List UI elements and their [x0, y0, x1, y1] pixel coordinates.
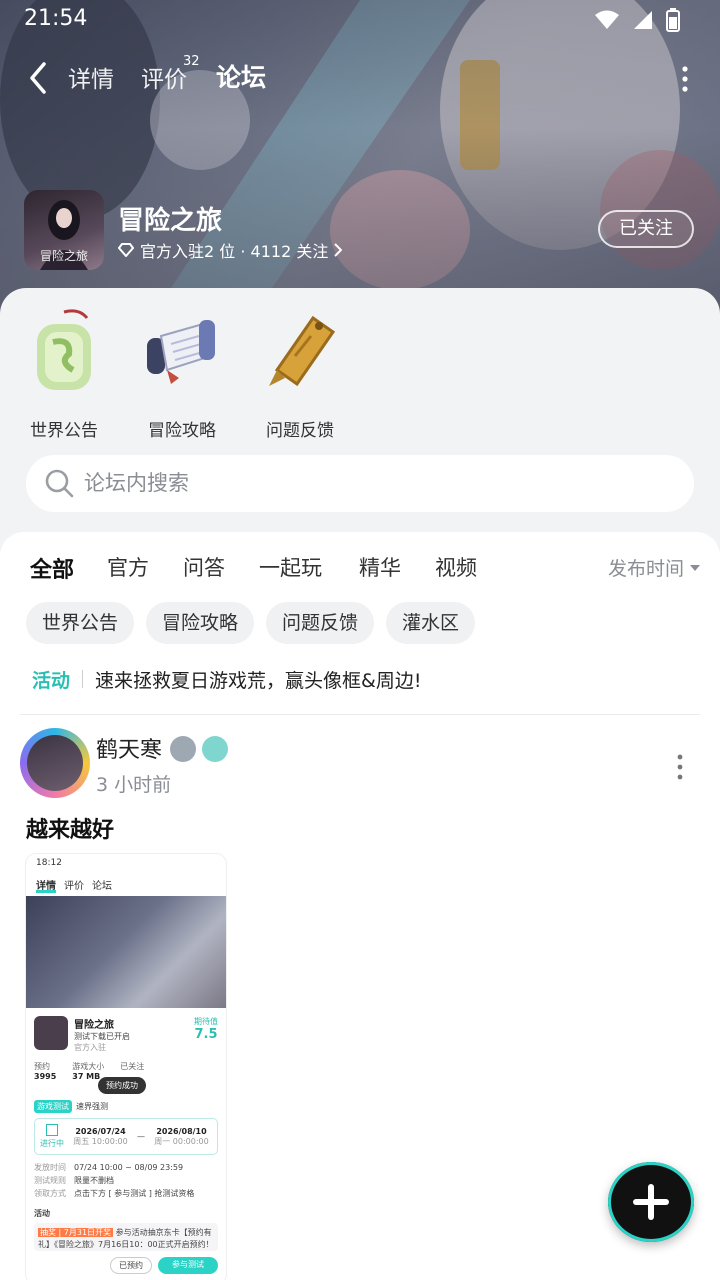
forum-sheet: 世界公告 冒险攻略 问题反馈 论坛内搜索 全部 官方 问答 一起玩 精华 视频 … — [0, 288, 720, 1280]
sort-dropdown[interactable]: 发布时间 — [608, 554, 700, 581]
shot-row-label: 发放时间 — [34, 1163, 66, 1172]
shortcut-adventure-guide[interactable]: 冒险攻略 — [127, 308, 237, 441]
shot-banner — [26, 896, 226, 1008]
tab-reviews[interactable]: 评价 — [141, 60, 187, 94]
shot-official: 官方入驻 — [74, 1043, 106, 1052]
shortcut-label: 冒险攻略 — [148, 421, 216, 441]
filter-tab-all[interactable]: 全部 — [30, 552, 75, 586]
tab-forum[interactable]: 论坛 — [216, 58, 267, 94]
battery-icon — [666, 8, 680, 32]
scroll-icon — [37, 309, 91, 390]
game-banner — [0, 0, 720, 320]
user-level-badge-icon — [170, 736, 196, 762]
activity-text: 速来拯救夏日游戏荒，赢头像框&周边! — [95, 669, 422, 692]
status-time: 21:54 — [24, 6, 88, 31]
shot-tab-forum: 论坛 — [92, 881, 112, 892]
shortcut-label: 世界公告 — [30, 421, 98, 441]
user-medal-badge-icon — [202, 736, 228, 762]
filter-tab-featured[interactable]: 精华 — [359, 552, 401, 582]
shot-promo-tag: 抽奖 | 7月31日开奖 — [38, 1228, 114, 1237]
filter-tab-qa[interactable]: 问答 — [183, 552, 225, 582]
game-icon[interactable]: 冒险之旅 — [24, 190, 104, 270]
shot-status-tag: 进行中 — [40, 1139, 64, 1148]
divider — [20, 714, 700, 715]
filter-tabs: 全部 官方 问答 一起玩 精华 视频 发布时间 — [0, 548, 720, 588]
wooden-sign-icon — [269, 315, 336, 387]
shot-time-start: 周五 10:00:00 — [73, 1136, 128, 1146]
shortcut-feedback[interactable]: 问题反馈 — [245, 308, 355, 441]
activity-tag: 活动 — [32, 669, 71, 692]
chip-chitchat[interactable]: 灌水区 — [386, 602, 476, 644]
search-input[interactable] — [84, 465, 644, 501]
shot-row-value: 限量不删档 — [74, 1176, 114, 1185]
search-icon — [45, 469, 74, 498]
filter-tab-video[interactable]: 视频 — [435, 552, 477, 582]
post-title[interactable]: 越来越好 — [26, 812, 114, 844]
shot-row-label: 领取方式 — [34, 1189, 66, 1198]
shot-row-value: 点击下方 [ 参与测试 ] 抢测试资格 — [74, 1189, 195, 1198]
shot-tab-details: 详情 — [36, 877, 56, 893]
game-icon-label: 冒险之旅 — [39, 249, 88, 263]
shot-time-end: 周一 00:00:00 — [154, 1136, 209, 1146]
create-post-button[interactable] — [608, 1162, 694, 1242]
shot-stat-label: 游戏大小 — [72, 1062, 105, 1071]
chip-world-announcement[interactable]: 世界公告 — [26, 602, 135, 644]
back-arrow-icon[interactable] — [22, 58, 58, 98]
posts-panel: 全部 官方 问答 一起玩 精华 视频 发布时间 世界公告 冒险攻略 问题反馈 灌… — [0, 532, 720, 1280]
shot-row-label: 测试规则 — [34, 1176, 66, 1185]
shot-test-tag: 游戏测试 — [34, 1100, 72, 1113]
shot-game-sub: 测试下载已开启 — [74, 1032, 130, 1041]
wifi-icon — [595, 10, 619, 29]
shot-date-end: 2026/08/10 — [156, 1126, 207, 1136]
shot-button-reserved: 已预约 — [110, 1257, 152, 1274]
game-info: 冒险之旅 冒险之旅 官方入驻2 位 · 4112 关注 已关注 — [24, 190, 704, 270]
shot-activity-label: 活动 — [34, 1209, 50, 1218]
filter-tab-official[interactable]: 官方 — [107, 552, 149, 582]
category-chips: 世界公告 冒险攻略 问题反馈 灌水区 — [26, 602, 476, 644]
follow-button[interactable]: 已关注 — [598, 210, 694, 248]
shot-stat-label: 预约 — [34, 1062, 50, 1071]
shot-date-start: 2026/07/24 — [75, 1126, 126, 1136]
tab-details[interactable]: 详情 — [68, 60, 114, 94]
diamond-icon — [118, 243, 134, 257]
shot-rating-label: 期待值 — [194, 1017, 218, 1026]
game-stats-text: 官方入驻2 位 · 4112 关注 — [140, 242, 329, 261]
post-more-icon[interactable] — [676, 752, 684, 782]
post-author[interactable]: 鹤天寒 — [96, 732, 162, 764]
shot-tab-reviews: 评价 — [64, 881, 84, 892]
shot-test-name: 速界强测 — [76, 1102, 108, 1111]
shot-row-value: 07/24 10:00 ~ 08/09 23:59 — [74, 1163, 184, 1172]
shortcut-world-announcement[interactable]: 世界公告 — [9, 308, 119, 441]
shot-game-title: 冒险之旅 — [74, 1020, 114, 1031]
shot-body: 冒险之旅 测试下载已开启 官方入驻 期待值 7.5 预约 3995 游戏大小 37 … — [26, 1008, 226, 1280]
shot-toast: 预约成功 — [98, 1077, 146, 1094]
sort-label: 发布时间 — [607, 558, 684, 580]
filter-tab-play-together[interactable]: 一起玩 — [259, 552, 322, 582]
map-scroll-icon — [147, 320, 215, 384]
avatar[interactable] — [20, 728, 90, 798]
game-title: 冒险之旅 — [118, 206, 223, 236]
chip-feedback[interactable]: 问题反馈 — [266, 602, 375, 644]
more-options-icon[interactable] — [680, 64, 690, 94]
game-subtitle[interactable]: 官方入驻2 位 · 4112 关注 — [118, 238, 343, 262]
shot-stat-value: 3995 — [34, 1072, 57, 1081]
status-bar: 21:54 — [0, 0, 720, 40]
shot-status-time: 18:12 — [36, 858, 62, 868]
forum-search-bar[interactable] — [26, 455, 694, 512]
post-time: 3 小时前 — [96, 774, 172, 796]
shortcut-row: 世界公告 冒险攻略 问题反馈 — [0, 308, 720, 441]
shot-nav: 详情 评价 论坛 — [26, 874, 226, 896]
shot-rating: 7.5 — [194, 1027, 218, 1042]
reviews-count: 32 — [183, 54, 200, 69]
signal-icon — [634, 11, 652, 29]
activity-banner[interactable]: 活动 速来拯救夏日游戏荒，赢头像框&周边! — [32, 664, 692, 694]
top-navigation: 详情 评价 32 论坛 — [0, 52, 720, 104]
post-image[interactable]: 18:12 详情 评价 论坛 冒险之旅 测试下载已开启 官方入驻 期待值 7.5… — [26, 854, 226, 1280]
chevron-right-icon — [334, 243, 343, 257]
caret-down-icon — [690, 564, 700, 571]
chip-adventure-guide[interactable]: 冒险攻略 — [146, 602, 255, 644]
shortcut-label: 问题反馈 — [266, 421, 334, 441]
shot-button-join-test: 参与测试 — [158, 1257, 218, 1274]
